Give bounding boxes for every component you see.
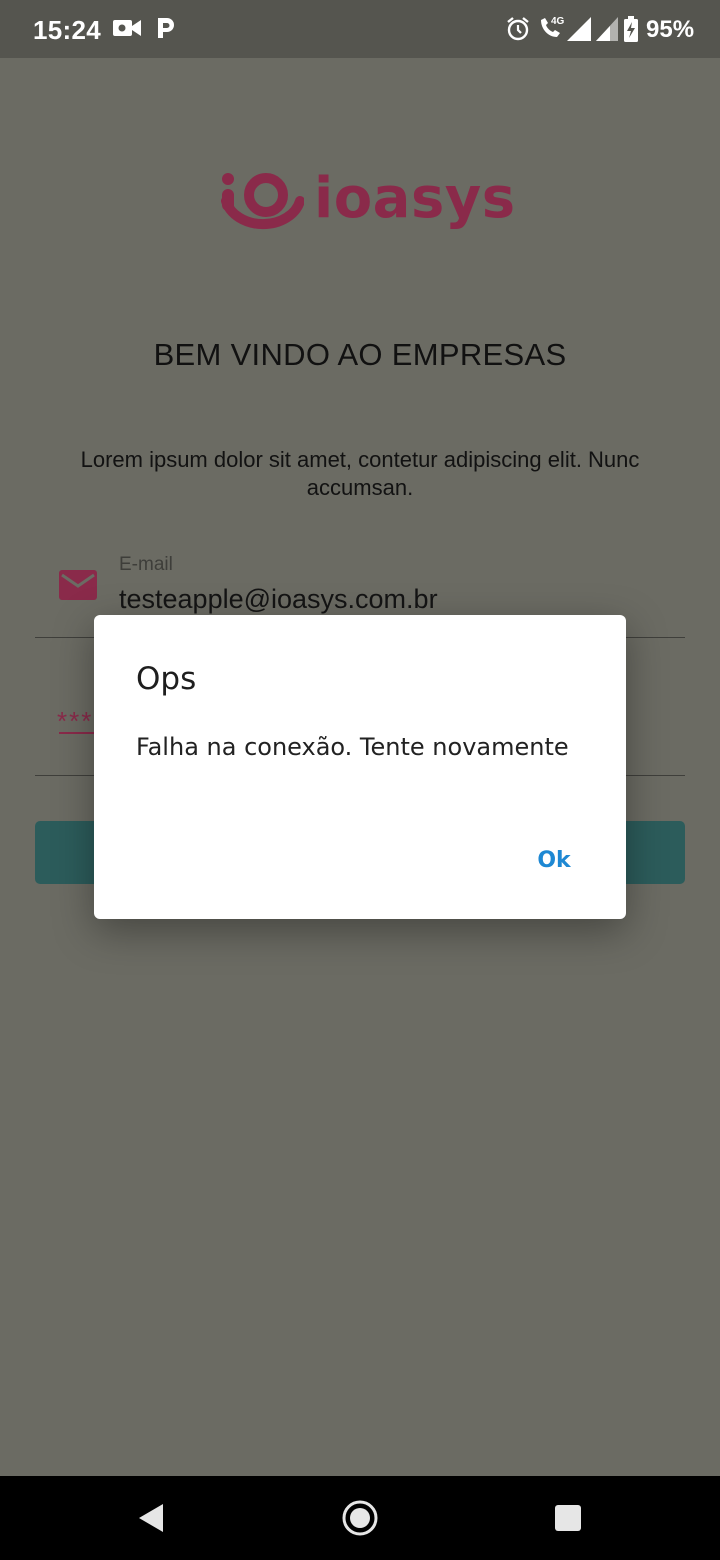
video-camera-icon (113, 18, 141, 43)
battery-percent: 95% (646, 16, 695, 43)
svg-text:4G: 4G (551, 16, 564, 27)
email-value[interactable]: testeapple@ioasys.com.br (119, 584, 438, 615)
logo-mark-icon (221, 173, 305, 230)
welcome-subtitle: Lorem ipsum dolor sit amet, contetur adi… (80, 447, 640, 500)
status-time: 15:24 (33, 15, 101, 45)
signal-icon (596, 17, 618, 46)
logo-text: ioasys (314, 166, 516, 231)
volte-call-icon: 4G (538, 14, 565, 47)
dialog-message: Falha na conexão. Tente novamente (136, 733, 569, 761)
parking-icon (155, 16, 177, 45)
login-screen: 15:24 4G 95% ioasys BEM VINDO AO EMPRESA… (0, 0, 720, 1560)
battery-charging-icon (624, 16, 638, 47)
navigation-bar (0, 1476, 720, 1560)
back-icon[interactable] (137, 1502, 165, 1539)
email-label: E-mail (119, 554, 173, 575)
home-icon[interactable] (341, 1499, 379, 1542)
ok-button[interactable]: Ok (524, 848, 584, 884)
error-dialog: Ops Falha na conexão. Tente novamente Ok (94, 615, 626, 919)
alarm-icon (506, 16, 530, 47)
recents-icon[interactable] (554, 1504, 582, 1537)
signal-icon (567, 17, 591, 46)
status-bar: 15:24 4G 95% (0, 0, 720, 58)
welcome-title: BEM VINDO AO EMPRESAS (153, 337, 567, 372)
password-cursor-underline (59, 732, 99, 734)
mail-icon (59, 570, 97, 605)
dialog-title: Ops (136, 661, 197, 697)
